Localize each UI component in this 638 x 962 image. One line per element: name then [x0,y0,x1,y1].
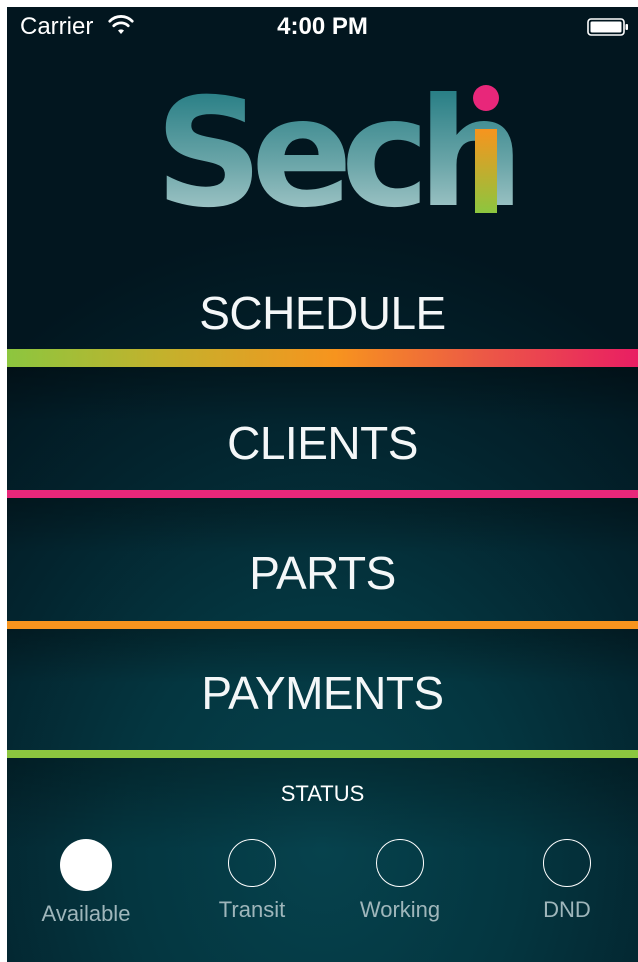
status-label: Transit [218,897,286,922]
pink-divider [7,490,638,498]
app-screen: Carrier 4:00 PM Sech SCHEDULE CLIENTS PA… [7,7,638,962]
status-label: DND [543,897,591,922]
status-title: STATUS [280,781,365,806]
parts-button[interactable]: PARTS [7,537,638,609]
status-label: Available [41,901,131,926]
logo-text: Sech [155,67,514,237]
logo-i-stem [475,129,497,213]
clock: 4:00 PM [277,13,368,40]
gradient-divider [7,349,638,367]
status-label: Working [359,897,441,922]
status-radio[interactable] [228,839,276,887]
sechi-logo: Sech [155,67,526,237]
status-option-available[interactable]: Available [21,839,151,927]
schedule-button[interactable]: SCHEDULE [7,277,638,349]
payments-button[interactable]: PAYMENTS [7,657,638,729]
status-radio[interactable] [543,839,591,887]
orange-divider [7,621,638,629]
status-option-working[interactable]: Working [335,839,465,923]
status-radio-selected[interactable] [60,839,112,891]
battery-icon [587,18,628,36]
logo-i-dot [473,85,499,111]
green-divider [7,750,638,758]
status-radio[interactable] [376,839,424,887]
status-bar: Carrier 4:00 PM [7,7,638,47]
clients-button[interactable]: CLIENTS [7,407,638,479]
status-option-dnd[interactable]: DND [502,839,632,923]
status-option-transit[interactable]: Transit [187,839,317,923]
